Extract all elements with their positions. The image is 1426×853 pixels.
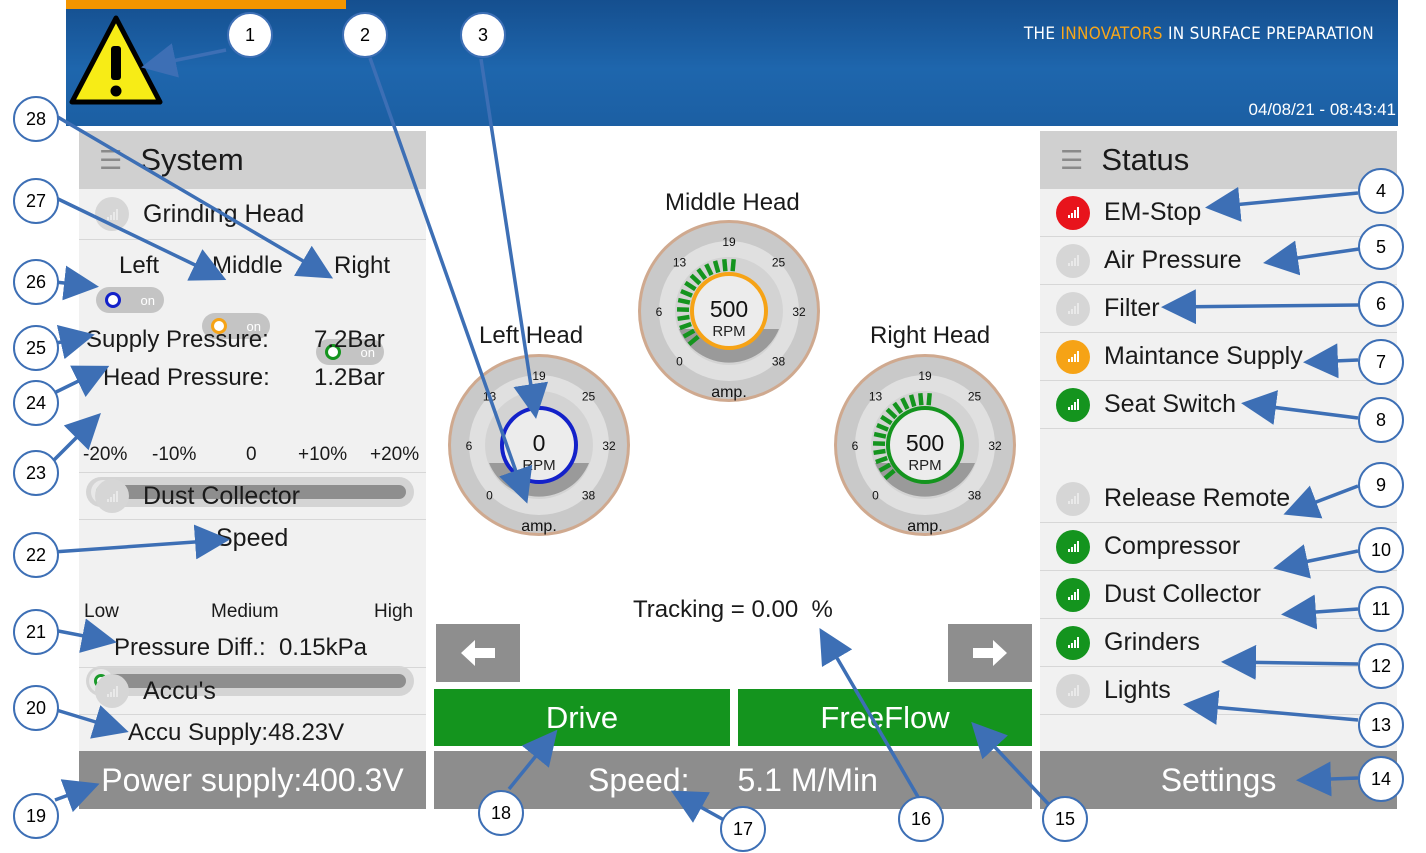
callout-18: 18	[478, 790, 524, 836]
callout-26: 26	[13, 259, 59, 305]
callout-20: 20	[13, 685, 59, 731]
callout-8: 8	[1358, 397, 1404, 443]
callout-7: 7	[1358, 339, 1404, 385]
callout-27: 27	[13, 178, 59, 224]
callout-24: 24	[13, 380, 59, 426]
callout-5: 5	[1358, 224, 1404, 270]
callout-16: 16	[898, 796, 944, 842]
callout-25: 25	[13, 325, 59, 371]
callout-23: 23	[13, 450, 59, 496]
callout-19: 19	[13, 793, 59, 839]
callout-21: 21	[13, 609, 59, 655]
callout-9: 9	[1358, 462, 1404, 508]
callout-2: 2	[342, 12, 388, 58]
callout-13: 13	[1358, 702, 1404, 748]
callout-15: 15	[1042, 796, 1088, 842]
callout-arrows	[51, 43, 1360, 823]
callout-11: 11	[1358, 586, 1404, 632]
callout-1: 1	[227, 12, 273, 58]
callout-17: 17	[720, 806, 766, 852]
callout-6: 6	[1358, 281, 1404, 327]
callout-4: 4	[1358, 168, 1404, 214]
callout-12: 12	[1358, 643, 1404, 689]
callout-28: 28	[13, 96, 59, 142]
callout-10: 10	[1358, 527, 1404, 573]
callout-22: 22	[13, 532, 59, 578]
callout-14: 14	[1358, 756, 1404, 802]
callout-3: 3	[460, 12, 506, 58]
